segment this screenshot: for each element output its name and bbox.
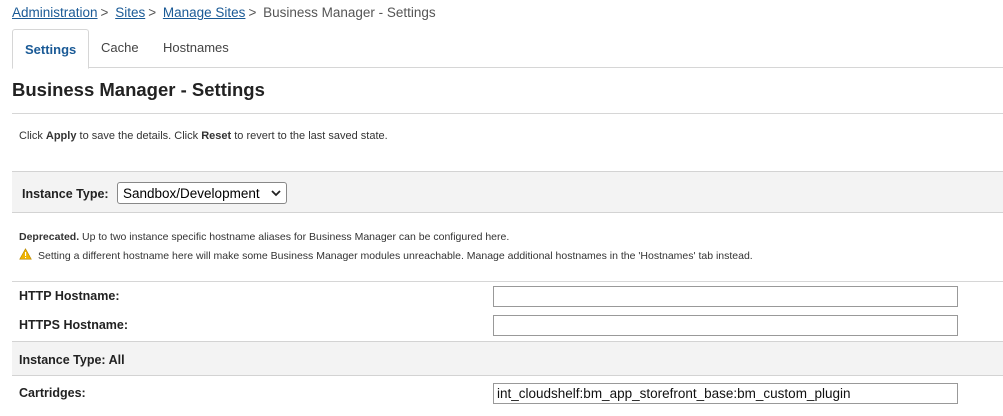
instance-type-label: Instance Type: [22, 187, 109, 201]
deprecated-label: Deprecated. [19, 231, 80, 243]
breadcrumb: Administration > Sites > Manage Sites > Bus… [12, 5, 436, 20]
https-hostname-input[interactable] [493, 315, 958, 336]
hostname-warning: Setting a different hostname here will m… [19, 248, 753, 262]
http-hostname-input[interactable] [493, 286, 958, 307]
instance-type-select[interactable]: Sandbox/Development [117, 182, 287, 204]
instance-type-all-label-text: Instance Type: [19, 353, 106, 367]
tab-cache[interactable]: Cache [89, 29, 151, 68]
intro-text-post: to revert to the last saved state. [231, 130, 388, 142]
intro-text-pre: Click [19, 130, 46, 142]
hostname-warning-text: Setting a different hostname here will m… [38, 250, 753, 262]
http-hostname-label: HTTP Hostname: [19, 289, 120, 303]
instance-type-selected-value: Sandbox/Development [123, 186, 260, 201]
page-title: Business Manager - Settings [12, 79, 265, 100]
intro-reset-keyword: Reset [201, 130, 232, 142]
breadcrumb-separator: > [248, 5, 257, 20]
instance-type-all-value: All [108, 353, 125, 367]
breadcrumb-current: Business Manager - Settings [263, 5, 436, 20]
chevron-down-icon [271, 190, 281, 197]
divider [12, 281, 1003, 282]
warning-triangle-icon [19, 248, 32, 260]
instance-type-all-label: Instance Type: All [19, 353, 125, 367]
deprecation-notice: Deprecated. Up to two instance specific … [19, 231, 509, 243]
breadcrumb-sites-link[interactable]: Sites [115, 5, 145, 20]
https-hostname-label: HTTPS Hostname: [19, 318, 129, 332]
breadcrumb-separator: > [100, 5, 109, 20]
instance-type-all-section: Instance Type: All [12, 341, 1003, 376]
title-divider [12, 113, 1003, 114]
breadcrumb-administration-link[interactable]: Administration [12, 5, 98, 20]
tab-bar: Settings Cache Hostnames [12, 29, 1003, 69]
breadcrumb-manage-sites-link[interactable]: Manage Sites [163, 5, 246, 20]
deprecation-text: Up to two instance specific hostname ali… [79, 231, 510, 243]
cartridges-label: Cartridges: [19, 386, 86, 400]
instance-type-section: Instance Type: Sandbox/Development [12, 171, 1003, 213]
intro-text: Click Apply to save the details. Click R… [19, 130, 388, 142]
intro-text-mid: to save the details. Click [76, 130, 202, 142]
cartridges-input[interactable] [493, 383, 958, 404]
breadcrumb-separator: > [148, 5, 157, 20]
tab-settings[interactable]: Settings [12, 29, 89, 69]
intro-apply-keyword: Apply [45, 130, 77, 142]
tab-hostnames[interactable]: Hostnames [151, 29, 241, 68]
